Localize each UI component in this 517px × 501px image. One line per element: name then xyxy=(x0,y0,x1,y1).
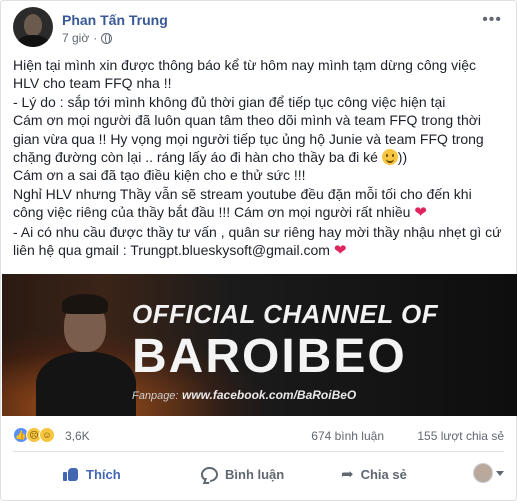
chevron-down-icon xyxy=(496,470,504,476)
thumbs-up-icon xyxy=(63,466,79,482)
like-label: Thích xyxy=(86,466,121,482)
post-actions: Thích Bình luận ➦ Chia sẻ xyxy=(13,457,504,491)
post-text-line: gian vừa qua !! Hy vọng mọi người tiếp t… xyxy=(13,130,484,147)
heart-emoji-icon: ❤ xyxy=(414,204,427,222)
banner-fanpage-label: Fanpage: xyxy=(132,390,179,402)
reaction-icons[interactable]: 👍 ☹ ☺ xyxy=(13,427,55,443)
meta-separator: · xyxy=(93,31,98,45)
banner-fanpage-url: www.facebook.com/BaRoiBeO xyxy=(182,388,357,402)
avatar-face xyxy=(24,14,42,36)
comment-bubble-icon xyxy=(201,466,218,482)
post-text-line: - Lý do : sắp tới mình không đủ thời gia… xyxy=(13,93,446,110)
post-text: Hiện tại mình xin được thông báo kể từ h… xyxy=(13,56,508,260)
author-name[interactable]: Phan Tấn Trung xyxy=(62,12,168,28)
smile-emoji-icon xyxy=(381,149,398,166)
reaction-as-selector[interactable] xyxy=(473,463,504,483)
globe-icon[interactable] xyxy=(101,32,113,44)
post-text-line-with-heart: công việc riêng của thầy bắt đầu !!! Cám… xyxy=(13,203,508,222)
banner-person-photo xyxy=(32,282,142,416)
post-header: Phan Tấn Trung 7 giờ · ••• xyxy=(13,7,504,51)
post-text-line-with-emoji: chặng đường còn lại .. ráng lấy áo đi hà… xyxy=(13,148,508,166)
post-text-line: HLV cho team FFQ nha !! xyxy=(13,75,172,92)
like-button[interactable]: Thích xyxy=(63,458,121,490)
share-label: Chia sẻ xyxy=(360,466,407,482)
post-text-line: chặng đường còn lại .. ráng lấy áo đi hà… xyxy=(13,149,378,166)
actions-divider xyxy=(13,451,504,452)
post-text-suffix: )) xyxy=(397,149,408,166)
post-text-line-with-heart: liên hệ qua gmail : Trungpt.blueskysoft@… xyxy=(13,241,508,260)
viewer-avatar xyxy=(473,463,493,483)
more-icon[interactable]: ••• xyxy=(482,11,502,29)
comments-count[interactable]: 674 bình luận xyxy=(311,429,384,443)
person-hair xyxy=(62,294,108,314)
post-text-line: - Ai có nhu cầu được thầy tư vấn , quân … xyxy=(13,223,502,240)
comment-button[interactable]: Bình luận xyxy=(201,458,284,490)
reactions-bar: 👍 ☹ ☺ 3,6K 674 bình luận 155 lượt chia s… xyxy=(13,425,504,445)
shares-count[interactable]: 155 lượt chia sẻ xyxy=(417,429,504,443)
share-button[interactable]: ➦ Chia sẻ xyxy=(341,458,407,490)
share-arrow-icon: ➦ xyxy=(341,466,354,483)
author-avatar[interactable] xyxy=(13,7,53,47)
post-text-line: Cám ơn a sai đã tạo điều kiện cho e thử … xyxy=(13,167,306,184)
reaction-count[interactable]: 3,6K xyxy=(65,429,90,443)
banner-channel-name: BAROIBEO xyxy=(132,330,407,383)
banner-title: OFFICIAL CHANNEL OF xyxy=(132,299,439,329)
person-body xyxy=(36,352,136,416)
post-text-line: Cám ơn mọi người đã luôn quan tâm theo d… xyxy=(13,112,482,129)
facebook-post: Phan Tấn Trung 7 giờ · ••• Hiện tại mình… xyxy=(0,0,517,501)
post-text-line: công việc riêng của thầy bắt đầu !!! Cám… xyxy=(13,204,411,221)
heart-emoji-icon: ❤ xyxy=(333,242,347,260)
haha-reaction-icon: ☺ xyxy=(39,427,55,443)
post-timestamp[interactable]: 7 giờ xyxy=(62,31,89,45)
post-text-line: Hiện tại mình xin được thông báo kể từ h… xyxy=(13,57,476,73)
comment-label: Bình luận xyxy=(225,466,285,482)
post-text-line: liên hệ qua gmail : Trungpt.blueskysoft@… xyxy=(13,242,330,259)
avatar-shoulders xyxy=(17,35,49,47)
post-image-banner[interactable]: OFFICIAL CHANNEL OF BAROIBEO Fanpage: ww… xyxy=(2,274,517,416)
post-meta: 7 giờ · xyxy=(62,31,113,45)
post-text-line: Nghỉ HLV nhưng Thầy vẫn sẽ stream youtub… xyxy=(13,185,472,202)
